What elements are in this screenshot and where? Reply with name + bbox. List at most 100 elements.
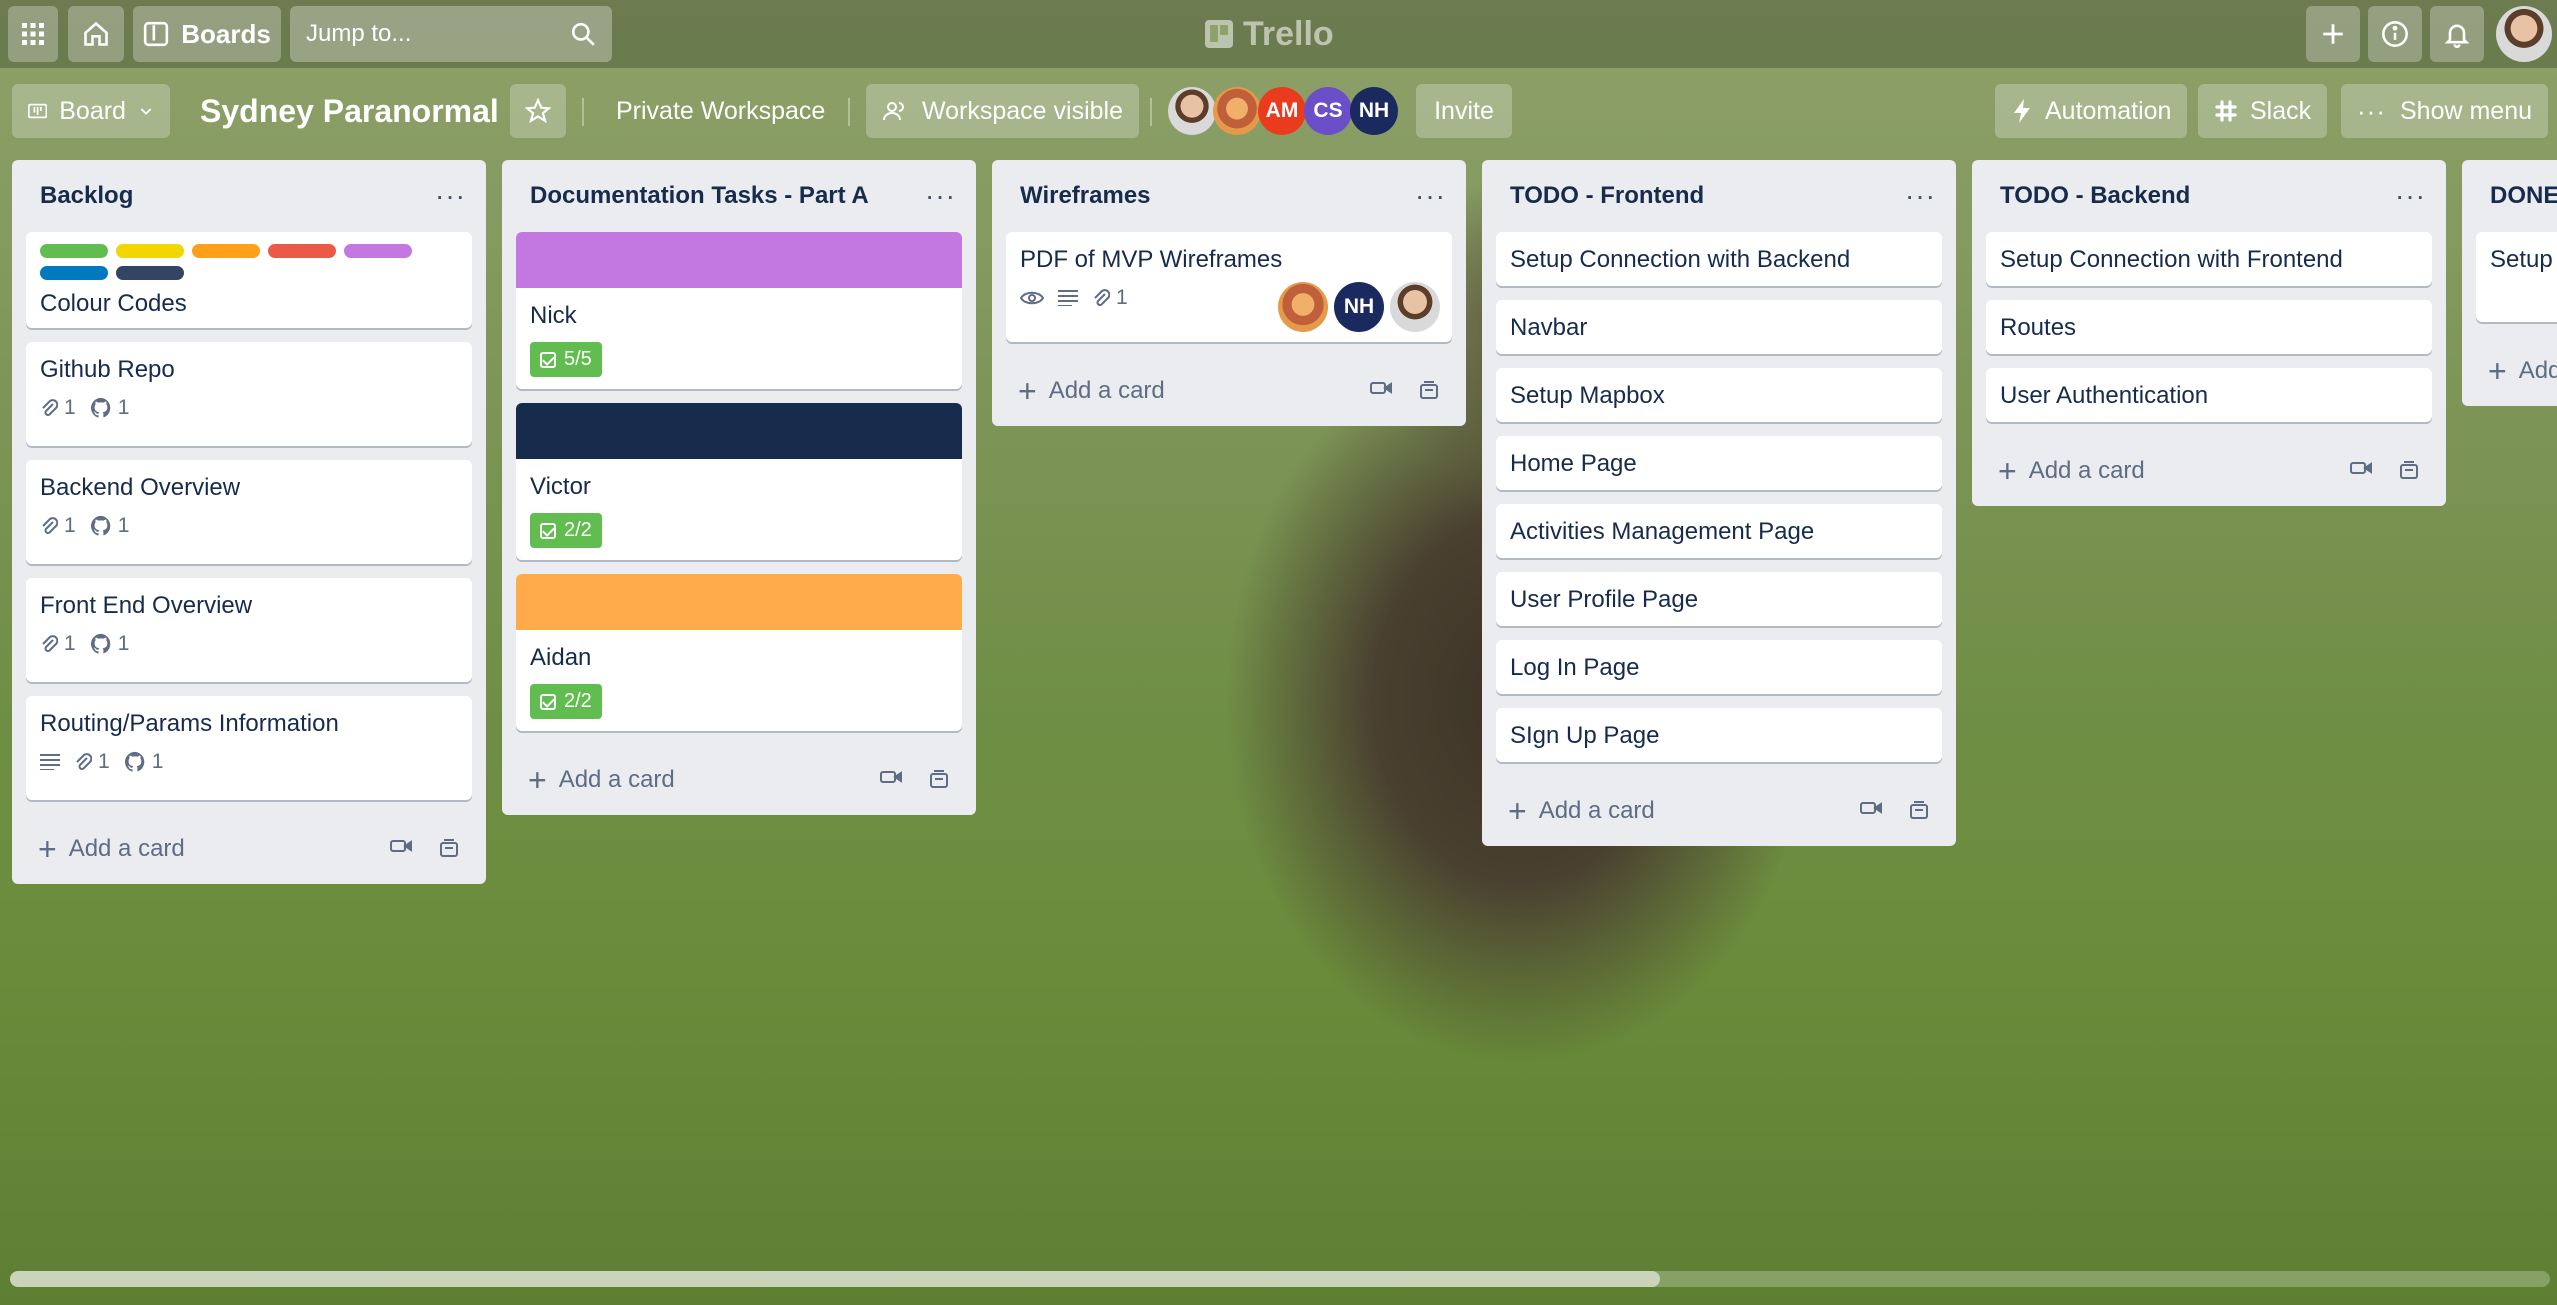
list-title[interactable]: TODO - Frontend <box>1510 182 1704 210</box>
video-icon[interactable] <box>880 769 902 785</box>
create-button[interactable] <box>2306 6 2360 62</box>
list-header[interactable]: Wireframes ··· <box>1006 160 1452 232</box>
board-view-switcher[interactable]: Board <box>12 84 170 138</box>
list-header[interactable]: DONE <box>2476 160 2557 232</box>
trello-logo[interactable]: Trello <box>1205 12 1334 56</box>
slack-button[interactable]: Slack <box>2198 84 2328 138</box>
member-avatar[interactable] <box>1168 87 1216 135</box>
label-red[interactable] <box>268 244 336 258</box>
github-count: 1 <box>117 632 130 655</box>
add-card-button[interactable]: + Add a card <box>528 762 675 798</box>
card-routes[interactable]: Routes <box>1986 300 2432 354</box>
workspace-button[interactable]: Private Workspace <box>602 84 839 138</box>
home-button[interactable] <box>68 6 124 62</box>
board-horizontal-scrollbar[interactable] <box>10 1271 2550 1287</box>
card-setup-mapbox[interactable]: Setup Mapbox <box>1496 368 1942 422</box>
label-orange[interactable] <box>192 244 260 258</box>
list-header[interactable]: TODO - Frontend ··· <box>1496 160 1942 232</box>
list-title[interactable]: Backlog <box>40 182 133 210</box>
label-yellow[interactable] <box>116 244 184 258</box>
template-icon[interactable] <box>2398 460 2420 482</box>
video-icon[interactable] <box>1370 380 1392 396</box>
user-avatar[interactable] <box>2496 6 2552 62</box>
card-routing-params-information[interactable]: Routing/Params Information 1 1 <box>26 696 472 800</box>
template-icon[interactable] <box>928 769 950 791</box>
list-title[interactable]: TODO - Backend <box>2000 182 2190 210</box>
automation-button[interactable]: Automation <box>1995 84 2188 138</box>
list-menu-icon[interactable]: ··· <box>2395 182 2426 210</box>
card-labels[interactable] <box>40 244 460 280</box>
card-member-avatar-nh[interactable]: NH <box>1334 282 1384 332</box>
card-title: Log In Page <box>1510 654 1640 681</box>
github-count: 1 <box>151 750 164 773</box>
card-activities-management-page[interactable]: Activities Management Page <box>1496 504 1942 558</box>
member-avatar-nh[interactable]: NH <box>1350 87 1398 135</box>
add-card-button[interactable]: + Add a card <box>1998 455 2145 487</box>
visibility-button[interactable]: Workspace visible <box>866 84 1140 138</box>
card-title: Front End Overview <box>40 592 253 619</box>
list-title[interactable]: Wireframes <box>1020 182 1151 210</box>
card-github-repo[interactable]: Github Repo 1 1 <box>26 342 472 446</box>
plus-icon: + <box>528 762 547 798</box>
card-member-avatar[interactable] <box>1390 282 1440 332</box>
card-aidan[interactable]: Aidan 2/2 <box>516 574 962 731</box>
label-purple[interactable] <box>344 244 412 258</box>
list-title[interactable]: DONE <box>2490 182 2557 210</box>
list-header[interactable]: Backlog ··· <box>26 160 472 232</box>
card-setup-connection-backend[interactable]: Setup Connection with Backend <box>1496 232 1942 286</box>
template-icon[interactable] <box>1908 800 1930 822</box>
member-avatar-cs[interactable]: CS <box>1304 87 1352 135</box>
card-log-in-page[interactable]: Log In Page <box>1496 640 1942 694</box>
list-title[interactable]: Documentation Tasks - Part A <box>530 182 869 210</box>
board-title[interactable]: Sydney Paranormal <box>200 84 499 138</box>
add-card-button[interactable]: + Add a card <box>1018 375 1165 407</box>
card-navbar[interactable]: Navbar <box>1496 300 1942 354</box>
member-avatar[interactable] <box>1213 87 1261 135</box>
card-pdf-mvp-wireframes[interactable]: PDF of MVP Wireframes 1 NH <box>1006 232 1452 342</box>
show-menu-button[interactable]: ··· Show menu <box>2341 84 2549 138</box>
card-nick[interactable]: Nick 5/5 <box>516 232 962 389</box>
card-member-avatar[interactable] <box>1278 282 1328 332</box>
add-card-button[interactable]: + Add a card <box>1508 795 1655 827</box>
card-colour-codes[interactable]: Colour Codes <box>26 232 472 328</box>
checkbox-icon <box>540 522 556 539</box>
add-card-button[interactable]: + Add a card <box>2488 355 2557 387</box>
list-menu-icon[interactable]: ··· <box>1905 182 1936 210</box>
card-home-page[interactable]: Home Page <box>1496 436 1942 490</box>
information-button[interactable] <box>2368 6 2422 62</box>
list-menu-icon[interactable]: ··· <box>435 182 466 210</box>
card-user-authentication[interactable]: User Authentication <box>1986 368 2432 422</box>
notifications-button[interactable] <box>2430 6 2484 62</box>
card-victor[interactable]: Victor 2/2 <box>516 403 962 560</box>
add-card-button[interactable]: + Add a card <box>38 833 185 865</box>
list-header[interactable]: Documentation Tasks - Part A ··· <box>516 160 962 232</box>
video-icon[interactable] <box>2350 460 2372 476</box>
card-setup[interactable]: Setup <box>2476 232 2557 322</box>
scrollbar-thumb[interactable] <box>10 1271 1660 1287</box>
add-card-row: + Add a card <box>1496 776 1942 846</box>
star-board-button[interactable] <box>510 84 566 138</box>
label-black[interactable] <box>116 266 184 280</box>
template-icon[interactable] <box>438 838 460 860</box>
list-header[interactable]: TODO - Backend ··· <box>1986 160 2432 232</box>
invite-button[interactable]: Invite <box>1416 84 1512 138</box>
card-backend-overview[interactable]: Backend Overview 1 1 <box>26 460 472 564</box>
card-title: PDF of MVP Wireframes <box>1020 246 1283 273</box>
label-green[interactable] <box>40 244 108 258</box>
video-icon[interactable] <box>390 838 412 854</box>
list-menu-icon[interactable]: ··· <box>925 182 956 210</box>
list-menu-icon[interactable]: ··· <box>1415 182 1446 210</box>
search-input[interactable]: Jump to... <box>290 6 612 62</box>
template-icon[interactable] <box>1418 380 1440 402</box>
apps-grid-button[interactable] <box>8 6 58 62</box>
list-todo-backend: TODO - Backend ··· Setup Connection with… <box>1972 160 2446 506</box>
card-sign-up-page[interactable]: SIgn Up Page <box>1496 708 1942 762</box>
card-user-profile-page[interactable]: User Profile Page <box>1496 572 1942 626</box>
label-blue[interactable] <box>40 266 108 280</box>
card-front-end-overview[interactable]: Front End Overview 1 1 <box>26 578 472 682</box>
invite-label: Invite <box>1434 96 1494 125</box>
boards-button[interactable]: Boards <box>133 6 281 62</box>
member-avatar-am[interactable]: AM <box>1258 87 1306 135</box>
card-setup-connection-frontend[interactable]: Setup Connection with Frontend <box>1986 232 2432 286</box>
video-icon[interactable] <box>1860 800 1882 816</box>
